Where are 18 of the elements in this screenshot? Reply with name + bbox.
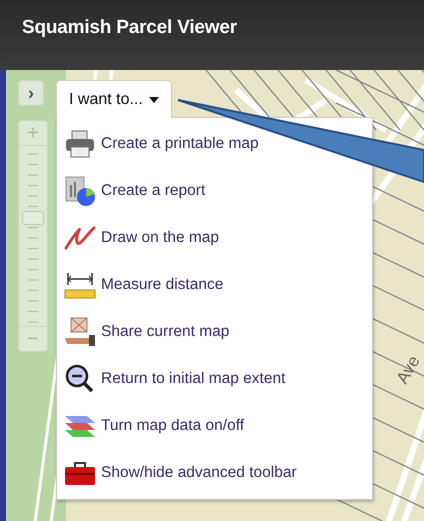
hand-with-map-icon [63,316,97,348]
caret-icon [148,96,159,102]
menu-item[interactable]: Turn map data on/off [63,410,244,442]
menu-item[interactable]: Share current map [63,316,230,348]
map-view[interactable]: Ave › + − I want to... Create a printable map Create a report Draw on the map Measure distance Share current map Return to initial map extent Turn map data on/off Show/hide advanced toolbar [0,70,424,521]
i-want-to-menu-button[interactable]: I want to... [56,80,172,118]
menu-item[interactable]: Create a printable map [63,128,259,160]
street-label: Ave [392,352,424,388]
menu-item[interactable]: Measure distance [63,269,224,301]
report-chart-icon [63,175,97,207]
printer-icon [63,128,97,160]
menu-item[interactable]: Draw on the map [63,222,220,254]
menu-item[interactable]: Show/hide advanced toolbar [63,457,297,489]
menu-item[interactable]: Return to initial map extent [63,363,286,395]
menu-item[interactable]: Create a report [63,175,206,207]
panel-toggle-button[interactable]: › [18,80,44,106]
zoom-slider-thumb[interactable] [22,211,44,225]
app-title: Squamish Parcel Viewer [22,17,237,39]
